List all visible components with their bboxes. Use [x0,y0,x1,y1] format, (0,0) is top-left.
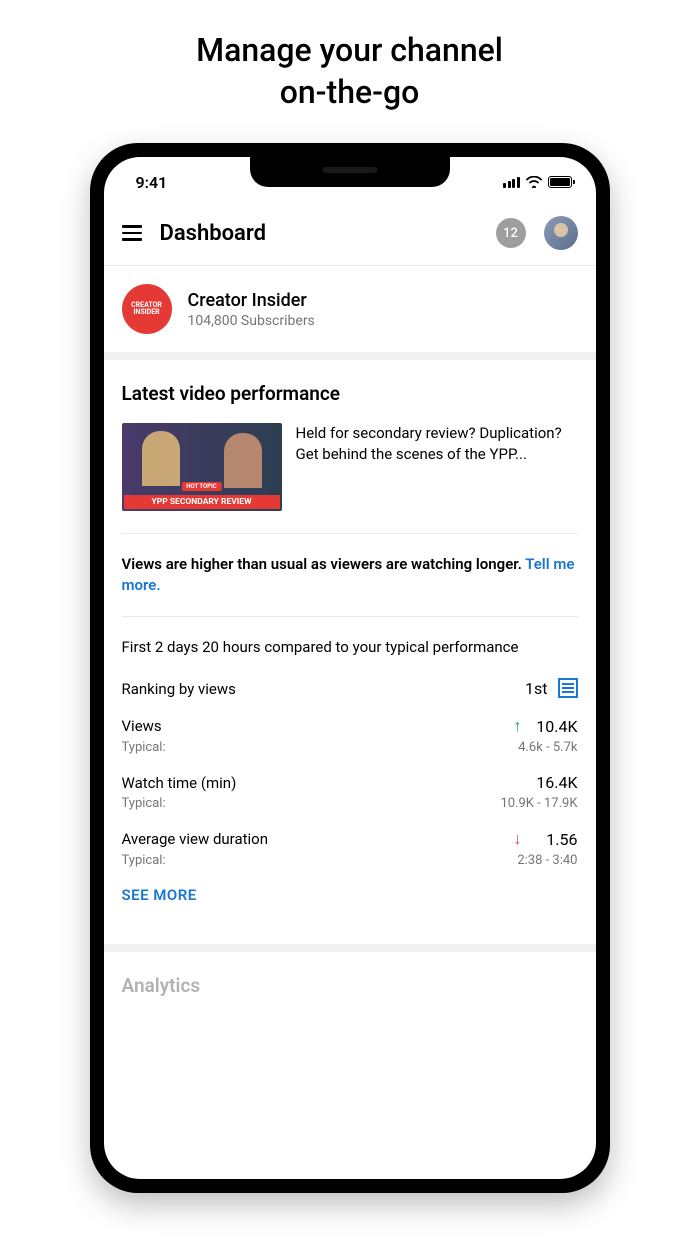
typical-label: Typical: [122,853,166,868]
watch-time-typical-value: 10.9K - 17.9K [500,796,577,811]
insight-message: Views are higher than usual as viewers a… [122,555,526,573]
channel-name: Creator Insider [188,290,578,311]
ranking-value: 1st [525,679,547,698]
ranking-label: Ranking by views [122,680,236,698]
status-time: 9:41 [128,173,168,192]
channel-logo: CREATOR INSIDER [122,284,172,334]
ranking-list-icon[interactable] [558,678,578,698]
views-value: 10.4K [532,717,578,736]
arrow-down-icon: ↓ [514,829,522,849]
avd-label: Average view duration [122,830,269,848]
avd-typical-row: Typical: 2:38 - 3:40 [122,853,578,868]
notification-badge[interactable]: 12 [496,218,526,248]
video-thumbnail[interactable]: HOT TOPIC YPP SECONDARY REVIEW [122,423,282,511]
promo-title: Manage your channel on-the-go [0,0,699,133]
watch-time-value: 16.4K [532,773,578,792]
avd-value: 1.56 [532,830,578,849]
channel-card[interactable]: CREATOR INSIDER Creator Insider 104,800 … [104,266,596,360]
ranking-row: Ranking by views 1st [122,678,578,698]
signal-icon [503,177,520,188]
status-icons [503,173,572,192]
video-title: Held for secondary review? Duplication? … [296,423,578,465]
watch-time-typical-row: Typical: 10.9K - 17.9K [122,796,578,811]
divider [104,944,596,952]
divider [122,533,578,534]
typical-label: Typical: [122,740,166,755]
performance-title: Latest video performance [122,382,578,405]
promo-line-1: Manage your channel [196,31,503,69]
typical-label: Typical: [122,796,166,811]
insight-text: Views are higher than usual as viewers a… [122,554,578,596]
watch-time-label: Watch time (min) [122,774,237,792]
views-typical-value: 4.6k - 5.7k [518,740,577,755]
channel-subscribers: 104,800 Subscribers [188,313,578,329]
thumbnail-hot-topic: HOT TOPIC [181,482,221,491]
page-title: Dashboard [160,221,478,246]
promo-line-2: on-the-go [280,73,420,111]
avatar[interactable] [544,216,578,250]
thumbnail-banner: YPP SECONDARY REVIEW [124,495,280,509]
analytics-section-title: Analytics [104,952,596,997]
latest-video-row[interactable]: HOT TOPIC YPP SECONDARY REVIEW Held for … [122,423,578,511]
wifi-icon [526,173,542,192]
comparison-label: First 2 days 20 hours compared to your t… [122,637,578,658]
app-bar: Dashboard 12 [104,201,596,266]
menu-icon[interactable] [122,225,142,241]
notch [250,157,450,187]
channel-info: Creator Insider 104,800 Subscribers [188,290,578,329]
views-typical-row: Typical: 4.6k - 5.7k [122,740,578,755]
views-label: Views [122,717,162,735]
views-row: Views ↑ 10.4K [122,716,578,736]
avd-row: Average view duration ↓ 1.56 [122,829,578,849]
divider [122,616,578,617]
battery-icon [548,176,572,188]
avd-typical-value: 2:38 - 3:40 [517,853,577,868]
performance-card: Latest video performance HOT TOPIC YPP S… [104,360,596,926]
arrow-up-icon: ↑ [514,716,522,736]
phone-frame: 9:41 Dashboard 12 CREATOR INSIDER Creato… [90,143,610,1193]
watch-time-row: Watch time (min) 16.4K [122,773,578,792]
see-more-link[interactable]: SEE MORE [122,886,578,904]
